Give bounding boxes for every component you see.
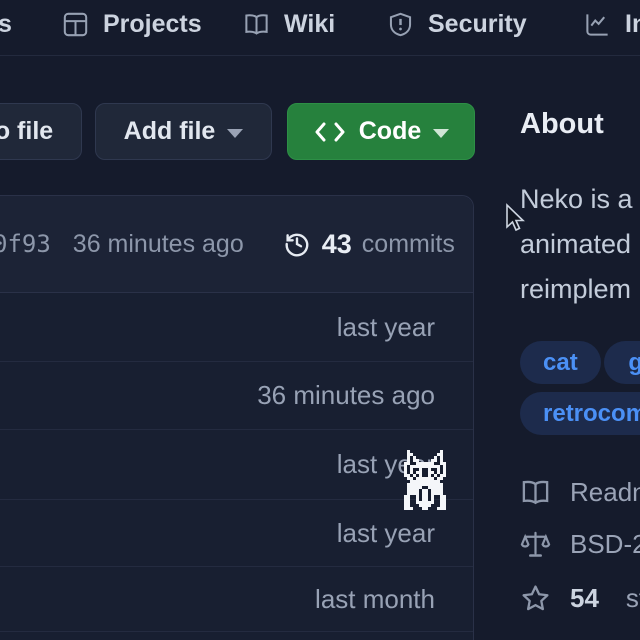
nav-tab-projects[interactable]: Projects [62, 4, 202, 44]
history-clock-icon [282, 229, 312, 259]
code-icon [313, 120, 347, 144]
topic-tag-retrocomputing[interactable]: retrocomp [520, 392, 640, 435]
about-description-line: animated [520, 229, 631, 260]
code-button-label: Code [359, 117, 422, 146]
book-icon [520, 477, 551, 508]
nav-tab-wiki[interactable]: Wiki [243, 4, 335, 44]
about-description-line: Neko is a [520, 184, 633, 215]
add-file-label: Add file [124, 117, 216, 146]
file-row-timestamp: 36 minutes ago [257, 380, 435, 411]
chevron-down-icon [433, 129, 449, 138]
nav-tab-label: Wiki [284, 10, 335, 39]
file-row-timestamp: last year [337, 518, 435, 549]
add-file-button[interactable]: Add file [95, 103, 272, 160]
projects-table-icon [62, 11, 89, 38]
repo-tab-bar: s Projects Wiki Security In [0, 0, 640, 56]
nav-tab-label: Projects [103, 10, 202, 39]
graph-icon [584, 11, 611, 38]
latest-commit-bar: 0f93 36 minutes ago 43 commits [0, 196, 473, 293]
law-scales-icon [520, 529, 551, 560]
file-row[interactable]: last month [0, 567, 473, 632]
mouse-cursor-icon [503, 203, 525, 233]
nav-tab-security[interactable]: Security [387, 4, 527, 44]
file-row[interactable]: last year [0, 430, 473, 500]
readme-link[interactable]: Readn [520, 477, 640, 508]
stars-link[interactable]: 54 sta [520, 583, 640, 614]
chevron-down-icon [227, 129, 243, 138]
book-icon [243, 11, 270, 38]
code-button[interactable]: Code [287, 103, 475, 160]
topic-tag-cat[interactable]: cat [520, 341, 601, 384]
file-row[interactable]: last year [0, 500, 473, 567]
commit-time: 36 minutes ago [73, 230, 244, 259]
neko-cat-sprite [404, 450, 446, 510]
commit-history-link[interactable]: 43 commits [282, 229, 455, 260]
about-description-line: reimplem [520, 274, 631, 305]
nav-tab-truncated[interactable]: s [0, 4, 12, 44]
about-heading: About [520, 108, 604, 141]
neko-cat-pixels [404, 450, 407, 453]
go-to-file-button[interactable]: o file [0, 103, 82, 160]
license-label: BSD-2 [570, 529, 640, 560]
nav-tab-label: In [625, 10, 640, 39]
nav-tab-label: Security [428, 10, 527, 39]
go-to-file-label: o file [0, 117, 53, 146]
star-icon [520, 583, 551, 614]
nav-tab-label: s [0, 10, 12, 39]
file-list-panel: 0f93 36 minutes ago 43 commits last year… [0, 195, 474, 640]
github-repo-page: s Projects Wiki Security In [0, 0, 640, 640]
topic-tag-go[interactable]: go [604, 341, 640, 384]
file-row-timestamp: last month [315, 584, 435, 615]
file-row[interactable]: last year [0, 293, 473, 362]
commits-label: commits [362, 230, 455, 259]
topic-label: cat [543, 349, 578, 377]
topic-label: retrocomp [543, 400, 640, 428]
commit-count: 43 [322, 229, 352, 260]
license-link[interactable]: BSD-2 [520, 529, 640, 560]
star-count: 54 [570, 583, 599, 614]
stars-label: sta [626, 583, 640, 614]
nav-tab-insights[interactable]: In [584, 4, 640, 44]
topic-label: go [628, 349, 640, 377]
file-row-timestamp: last year [337, 312, 435, 343]
shield-icon [387, 11, 414, 38]
commit-hash-link[interactable]: 0f93 [0, 230, 51, 258]
file-row[interactable]: 36 minutes ago [0, 362, 473, 430]
readme-label: Readn [570, 477, 640, 508]
